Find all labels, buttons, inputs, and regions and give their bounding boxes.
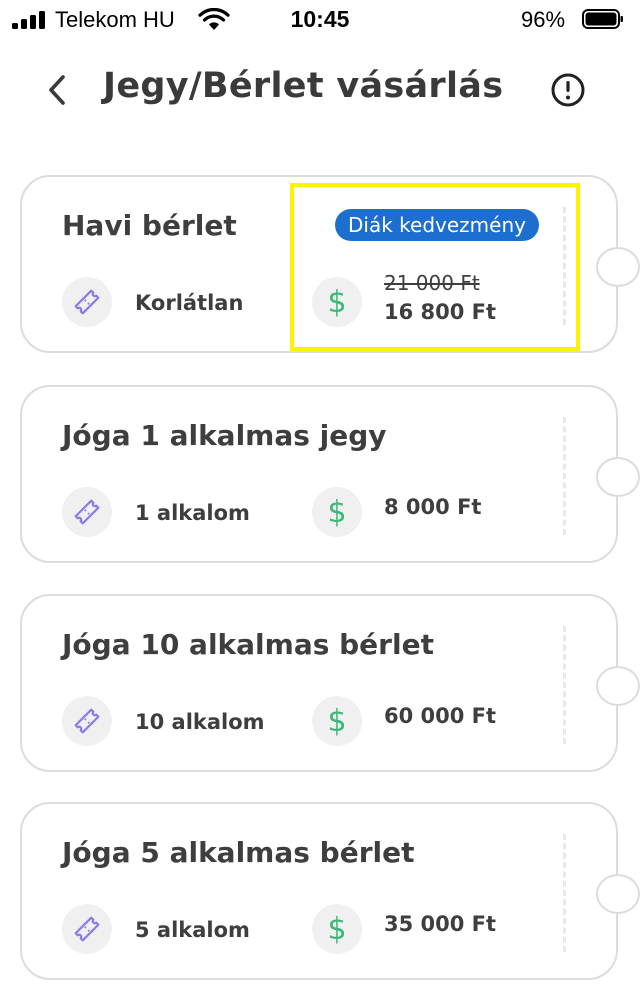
product-title: Jóga 1 alkalmas jegy bbox=[62, 419, 387, 452]
price: 60 000 Ft bbox=[384, 704, 497, 728]
price: 8 000 Ft bbox=[384, 495, 482, 519]
ticket-icon bbox=[62, 696, 112, 746]
info-button[interactable] bbox=[548, 70, 588, 110]
discounted-price: 16 800 Ft bbox=[384, 300, 497, 324]
ticket-icon bbox=[62, 904, 112, 954]
battery-icon bbox=[582, 9, 623, 29]
dollar-icon: $ bbox=[312, 904, 362, 954]
quantity-label: 10 alkalom bbox=[135, 710, 265, 734]
product-title: Havi bérlet bbox=[62, 209, 237, 242]
price: 35 000 Ft bbox=[384, 912, 497, 936]
status-bar: Telekom HU 10:45 96% bbox=[0, 0, 640, 44]
original-price: 21 000 Ft bbox=[384, 271, 480, 295]
ticket-icon bbox=[62, 277, 112, 327]
exclamation-circle-icon bbox=[551, 73, 585, 107]
product-card-joga-5[interactable]: Jóga 5 alkalmas bérlet 5 alkalom $ 35 00… bbox=[20, 802, 640, 980]
quantity-label: 1 alkalom bbox=[135, 501, 250, 525]
quantity-label: Korlátlan bbox=[135, 291, 244, 315]
student-discount-badge: Diák kedvezmény bbox=[335, 209, 539, 241]
product-card-joga-1[interactable]: Jóga 1 alkalmas jegy 1 alkalom $ 8 000 F… bbox=[20, 385, 640, 563]
product-title: Jóga 5 alkalmas bérlet bbox=[62, 836, 415, 869]
page-title: Jegy/Bérlet vásárlás bbox=[103, 66, 504, 106]
back-button[interactable] bbox=[36, 68, 80, 112]
quantity-label: 5 alkalom bbox=[135, 918, 250, 942]
ticket-icon bbox=[62, 487, 112, 537]
dollar-icon: $ bbox=[312, 696, 362, 746]
product-card-joga-10[interactable]: Jóga 10 alkalmas bérlet 10 alkalom $ 60 … bbox=[20, 594, 640, 772]
dollar-icon: $ bbox=[312, 487, 362, 537]
dollar-icon: $ bbox=[312, 277, 362, 327]
chevron-left-icon bbox=[49, 75, 65, 105]
product-card-havi-berlet[interactable]: Havi bérlet Diák kedvezmény Korlátlan $ … bbox=[20, 175, 640, 353]
battery-percentage: 96% bbox=[521, 7, 566, 32]
product-title: Jóga 10 alkalmas bérlet bbox=[62, 628, 434, 661]
